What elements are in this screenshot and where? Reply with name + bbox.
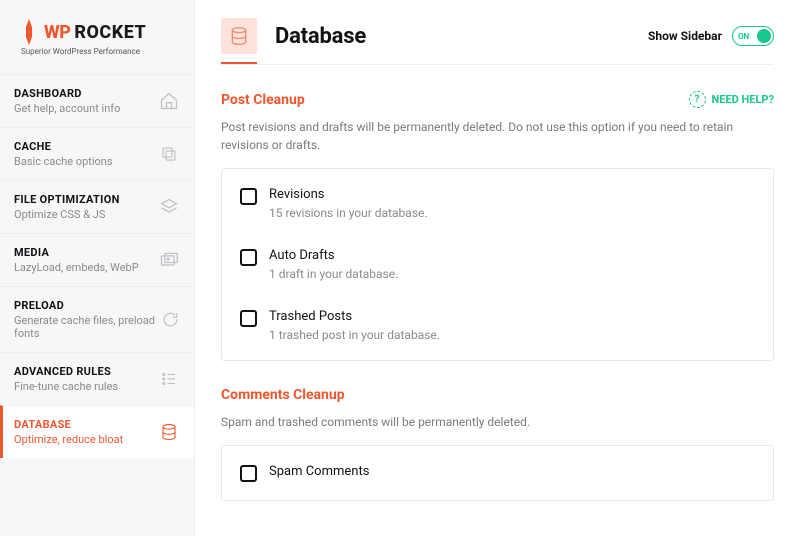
list-icon xyxy=(158,368,180,390)
nav-desc: Fine-tune cache rules xyxy=(14,380,118,393)
copy-icon xyxy=(158,143,180,165)
nav-desc: LazyLoad, embeds, WebP xyxy=(14,261,139,274)
nav-title: DASHBOARD xyxy=(14,87,120,100)
option-desc: 1 trashed post in your database. xyxy=(269,328,440,342)
page-title: Database xyxy=(275,24,366,49)
section-post-cleanup: Post Cleanup ? NEED HELP? Post revisions… xyxy=(221,91,774,361)
need-help-label: NEED HELP? xyxy=(712,93,775,106)
option-trashed-posts: Trashed Posts 1 trashed post in your dat… xyxy=(222,295,773,356)
options-card: Spam Comments xyxy=(221,445,774,501)
nav-title: FILE OPTIMIZATION xyxy=(14,193,120,206)
rocket-icon xyxy=(20,18,38,46)
toggle-on-label: ON xyxy=(738,32,749,41)
nav-title: ADVANCED RULES xyxy=(14,365,118,378)
options-card: Revisions 15 revisions in your database.… xyxy=(221,168,774,361)
section-desc: Post revisions and drafts will be perman… xyxy=(221,118,774,154)
checkbox-auto-drafts[interactable] xyxy=(240,249,257,266)
nav-desc: Get help, account info xyxy=(14,102,120,115)
database-icon xyxy=(221,18,257,54)
show-sidebar-toggle[interactable]: ON xyxy=(732,26,774,46)
section-comments-cleanup: Comments Cleanup Spam and trashed commen… xyxy=(221,387,774,501)
nav-title: DATABASE xyxy=(14,418,123,431)
option-revisions: Revisions 15 revisions in your database. xyxy=(222,173,773,234)
checkbox-revisions[interactable] xyxy=(240,188,257,205)
nav-desc: Optimize CSS & JS xyxy=(14,208,120,221)
nav-item-advanced-rules[interactable]: ADVANCED RULES Fine-tune cache rules xyxy=(0,352,194,405)
help-icon: ? xyxy=(689,91,706,108)
option-auto-drafts: Auto Drafts 1 draft in your database. xyxy=(222,234,773,295)
option-desc: 1 draft in your database. xyxy=(269,267,398,281)
main-panel: Database Show Sidebar ON Post Cleanup ? … xyxy=(195,0,800,536)
database-icon xyxy=(158,421,180,443)
brand-wp: WP xyxy=(44,22,70,43)
nav-item-preload[interactable]: PRELOAD Generate cache files, preload fon… xyxy=(0,286,194,352)
nav-desc: Generate cache files, preload fonts xyxy=(14,314,161,340)
option-desc: 15 revisions in your database. xyxy=(269,206,428,220)
option-spam-comments: Spam Comments xyxy=(222,450,773,496)
sidebar: WP ROCKET Superior WordPress Performance… xyxy=(0,0,195,536)
option-title: Trashed Posts xyxy=(269,309,440,324)
nav-item-dashboard[interactable]: DASHBOARD Get help, account info xyxy=(0,74,194,127)
nav-item-media[interactable]: MEDIA LazyLoad, embeds, WebP xyxy=(0,233,194,286)
section-title: Post Cleanup xyxy=(221,92,305,108)
show-sidebar-label: Show Sidebar xyxy=(648,29,722,43)
refresh-icon xyxy=(161,309,180,331)
toggle-knob xyxy=(757,29,771,43)
header-divider xyxy=(221,64,774,65)
nav-title: CACHE xyxy=(14,140,113,153)
option-title: Auto Drafts xyxy=(269,248,398,263)
option-title: Revisions xyxy=(269,187,428,202)
brand-rocket: ROCKET xyxy=(74,22,146,43)
brand-tagline: Superior WordPress Performance xyxy=(21,47,180,56)
nav-desc: Optimize, reduce bloat xyxy=(14,433,123,446)
nav: DASHBOARD Get help, account info CACHE Bas… xyxy=(0,74,194,458)
images-icon xyxy=(158,249,180,271)
brand-logo: WP ROCKET Superior WordPress Performance xyxy=(0,0,194,74)
section-title: Comments Cleanup xyxy=(221,387,345,403)
nav-desc: Basic cache options xyxy=(14,155,113,168)
nav-item-file-optimization[interactable]: FILE OPTIMIZATION Optimize CSS & JS xyxy=(0,180,194,233)
need-help-button[interactable]: ? NEED HELP? xyxy=(689,91,775,108)
home-icon xyxy=(158,90,180,112)
nav-title: PRELOAD xyxy=(14,299,161,312)
checkbox-spam-comments[interactable] xyxy=(240,465,257,482)
layers-icon xyxy=(158,196,180,218)
section-desc: Spam and trashed comments will be perman… xyxy=(221,413,774,431)
option-title: Spam Comments xyxy=(269,464,369,479)
checkbox-trashed-posts[interactable] xyxy=(240,310,257,327)
nav-item-database[interactable]: DATABASE Optimize, reduce bloat xyxy=(0,405,194,458)
nav-item-cache[interactable]: CACHE Basic cache options xyxy=(0,127,194,180)
page-header: Database Show Sidebar ON xyxy=(221,18,774,62)
nav-title: MEDIA xyxy=(14,246,139,259)
